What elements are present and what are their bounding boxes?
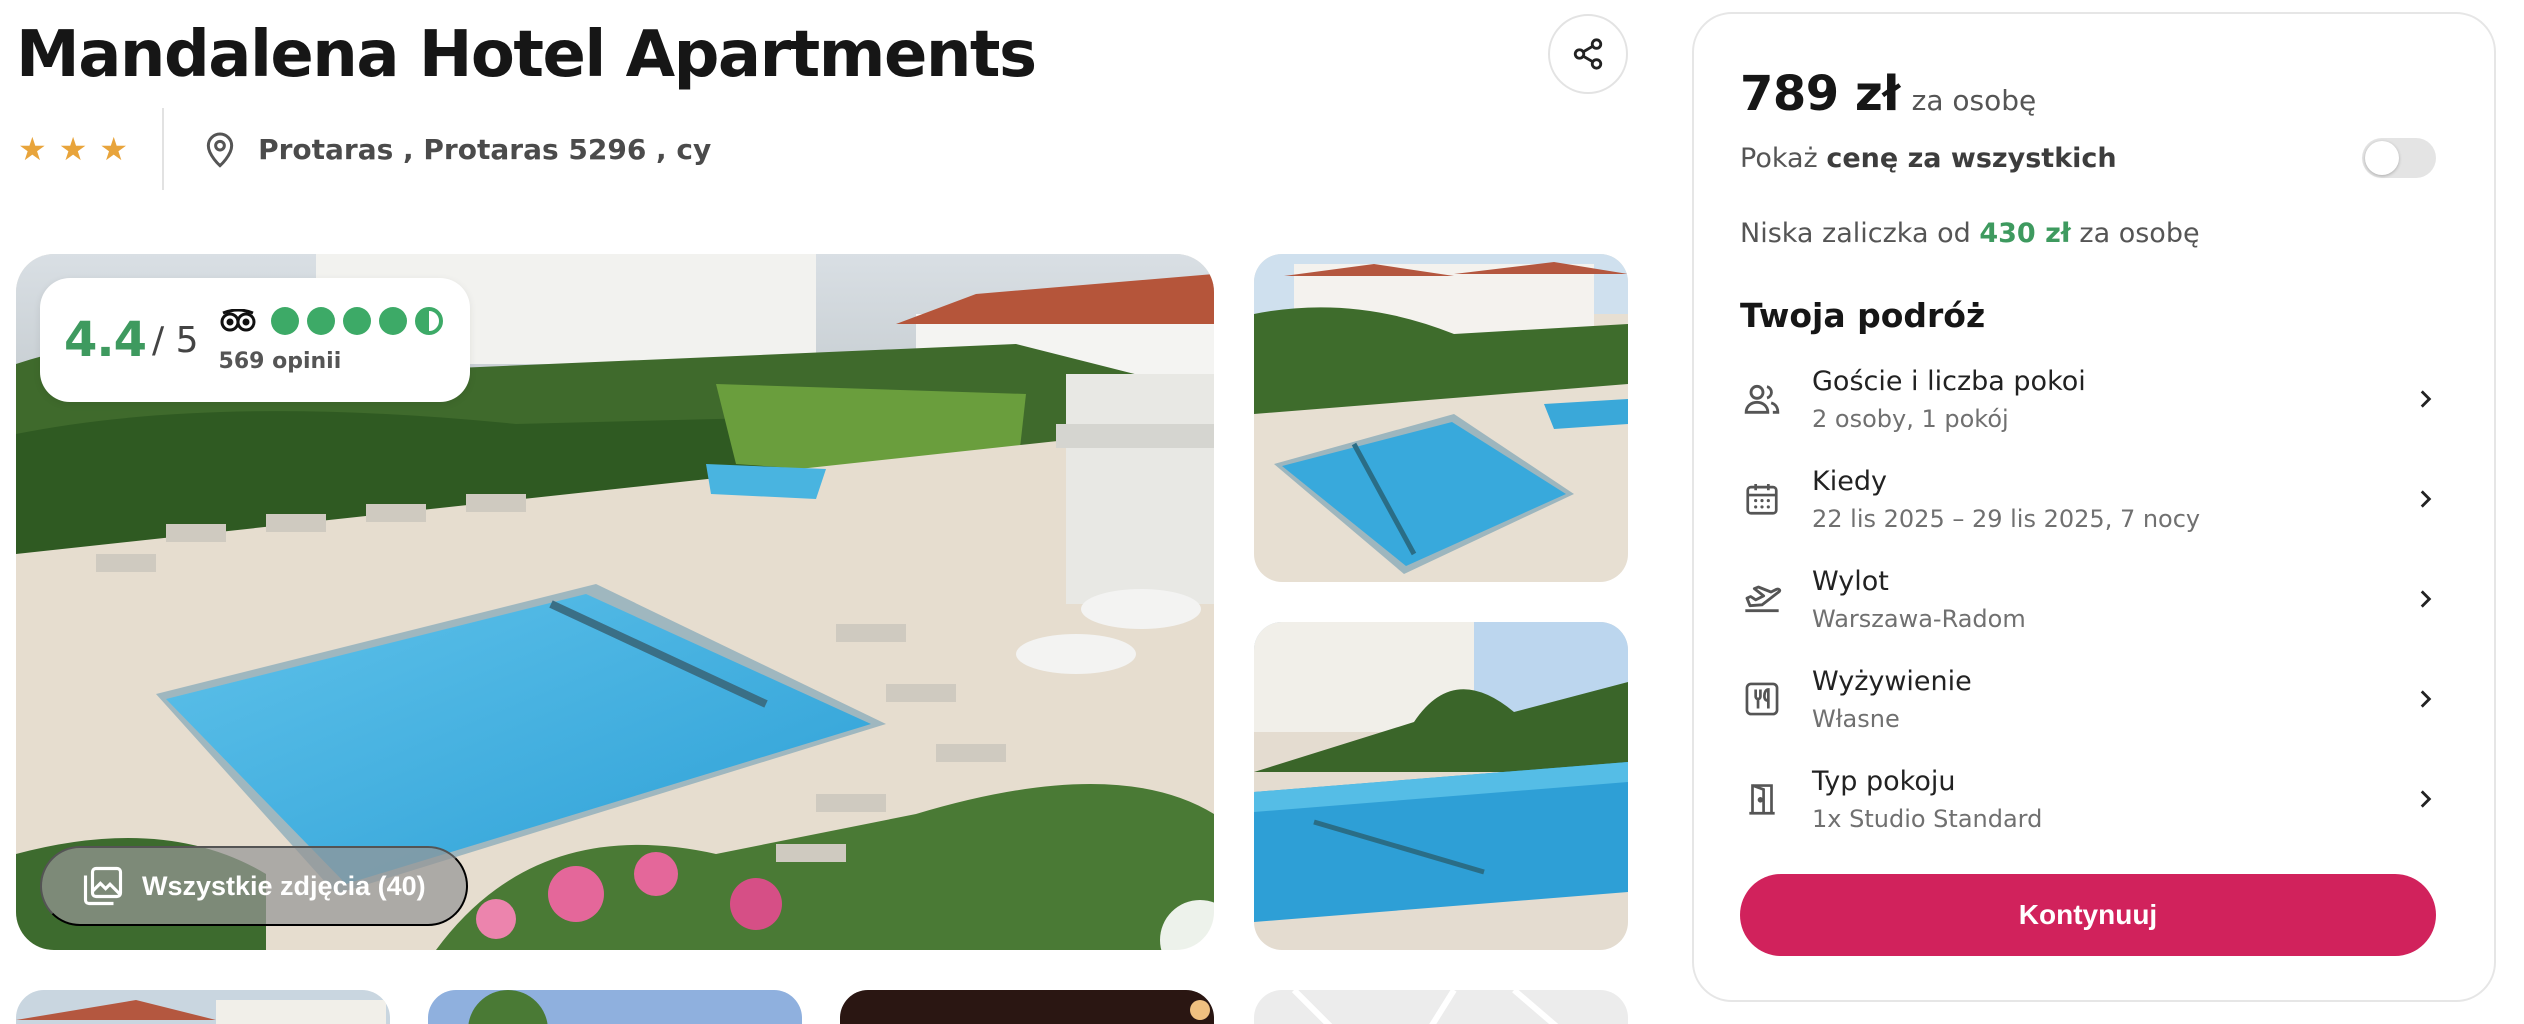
star-icon: ★	[58, 130, 88, 168]
show-total-toggle[interactable]	[2362, 138, 2436, 178]
option-departure[interactable]: Wylot Warszawa-Radom	[1740, 554, 2438, 644]
option-label: Kiedy	[1812, 465, 1887, 497]
side-photo-1[interactable]	[1254, 254, 1628, 582]
option-label: Wylot	[1812, 565, 1889, 597]
price: 789 zł	[1740, 66, 1900, 122]
option-label: Typ pokoju	[1812, 765, 1956, 797]
option-value: Własne	[1812, 704, 1900, 733]
option-guests[interactable]: Goście i liczba pokoi 2 osoby, 1 pokój	[1740, 354, 2438, 444]
rating-card[interactable]: 4.4 / 5 569 opinii	[40, 278, 470, 402]
chevron-right-icon	[2420, 490, 2432, 508]
star-icon: ★	[18, 130, 47, 168]
tripadvisor-owl-icon	[220, 308, 256, 331]
thumbnail-photo[interactable]	[428, 990, 802, 1024]
option-value: 22 lis 2025 – 29 lis 2025, 7 nocy	[1812, 504, 2201, 533]
rating-bubble	[342, 306, 371, 335]
all-photos-button[interactable]: Wszystkie zdjęcia (40)	[40, 846, 468, 926]
option-room-type[interactable]: Typ pokoju 1x Studio Standard	[1740, 754, 2438, 844]
divider	[162, 108, 165, 190]
side-photo-2[interactable]	[1254, 622, 1628, 950]
deposit-info: Niska zaliczka od 430 zł za osobę	[1740, 218, 2200, 249]
option-dates[interactable]: Kiedy 22 lis 2025 – 29 lis 2025, 7 nocy	[1740, 454, 2438, 544]
deposit-amount: 430 zł	[1979, 218, 2071, 249]
chevron-right-icon	[2420, 590, 2432, 608]
hotel-location[interactable]: Protaras , Protaras 5296 , cy	[258, 133, 711, 166]
trip-title: Twoja podróż	[1740, 296, 1986, 335]
rating-max: / 5	[152, 319, 199, 361]
gallery-icon	[83, 866, 123, 906]
thumbnail-photo[interactable]	[840, 990, 1214, 1024]
rating-bubble	[378, 306, 407, 335]
map-thumbnail[interactable]	[1254, 990, 1628, 1024]
reviews-count: 569 opinii	[218, 348, 342, 374]
option-meal[interactable]: Wyżywienie Własne	[1740, 654, 2438, 744]
option-value: 2 osoby, 1 pokój	[1812, 404, 2009, 433]
rating-bubble-half	[414, 306, 443, 335]
rating-score: 4.4	[64, 312, 147, 368]
all-photos-label: Wszystkie zdjęcia (40)	[142, 870, 426, 901]
chevron-right-icon	[2420, 690, 2432, 708]
guests-icon	[1744, 384, 1780, 414]
location-pin-icon	[206, 132, 234, 168]
price-per-person: za osobę	[1911, 84, 2037, 117]
thumbnail-photo[interactable]	[16, 990, 390, 1024]
plane-departure-icon	[1745, 585, 1782, 613]
option-value: 1x Studio Standard	[1812, 804, 2043, 833]
meal-icon	[1745, 682, 1779, 716]
hotel-stars: ★ ★ ★	[18, 133, 128, 165]
rating-bubbles	[270, 306, 443, 335]
star-icon: ★	[99, 130, 129, 168]
chevron-right-icon	[2420, 790, 2432, 808]
share-button[interactable]	[1548, 14, 1628, 94]
photo-overlay-button[interactable]	[1160, 900, 1240, 980]
show-total-label: Pokaż cenę za wszystkich	[1740, 142, 2117, 174]
rating-bubble	[306, 306, 335, 335]
hotel-meta: ★ ★ ★ Protaras , Protaras 5296 , cy	[16, 108, 711, 190]
option-label: Wyżywienie	[1812, 665, 1972, 697]
calendar-icon	[1746, 483, 1778, 515]
continue-button[interactable]: Kontynuuj	[1740, 874, 2436, 956]
door-icon	[1749, 784, 1775, 815]
booking-panel: 789 zł za osobę Pokaż cenę za wszystkich…	[1692, 12, 2496, 1002]
rating-bubble	[270, 306, 299, 335]
option-value: Warszawa-Radom	[1812, 604, 2026, 633]
option-label: Goście i liczba pokoi	[1812, 365, 2086, 397]
chevron-right-icon	[2420, 390, 2432, 408]
hotel-title: Mandalena Hotel Apartments	[16, 18, 1037, 92]
share-icon	[1573, 38, 1603, 70]
